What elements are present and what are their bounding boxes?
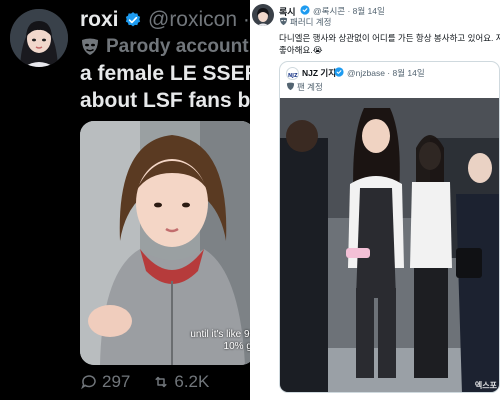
quote-display-name[interactable]: NJZ 기지 bbox=[302, 67, 336, 79]
repost-icon bbox=[155, 376, 168, 388]
reply-count: 297 bbox=[102, 372, 131, 391]
parody-label: 패러디 계정 bbox=[290, 17, 332, 27]
handle[interactable]: @roxicon · bbox=[148, 8, 250, 32]
tweet-text-line-2: about LSF fans bei bbox=[80, 89, 250, 112]
avatar[interactable] bbox=[10, 9, 68, 67]
video-caption: until it's like 90% men and 10% girlies bbox=[190, 329, 250, 352]
quoted-tweet[interactable]: NJZ NJZ 기지 @njzbase · 8월 14일 팬 계정 엑스포 bbox=[279, 61, 500, 393]
video-thumbnail[interactable]: until it's like 90% men and 10% girlies bbox=[80, 121, 250, 365]
avatar[interactable] bbox=[252, 4, 274, 26]
tweet-text-line-1: 다니엘은 행사와 상관없이 어디를 가든 항상 봉사하고 있어요. 저희 bbox=[279, 33, 500, 43]
parody-mask-icon bbox=[82, 38, 98, 55]
watermark: 엑스포 bbox=[474, 381, 497, 390]
quote-handle-and-date[interactable]: @njzbase · 8월 14일 bbox=[347, 67, 425, 79]
repost-button[interactable]: 6.2K bbox=[152, 372, 209, 392]
verified-badge-icon bbox=[334, 67, 344, 77]
tweet-text-line-2: 좋아해요.😭 bbox=[279, 45, 323, 55]
quoted-photo[interactable]: 엑스포 bbox=[280, 98, 499, 392]
reply-button[interactable]: 297 bbox=[80, 372, 130, 392]
tweet-actions: 297 6.2K bbox=[80, 371, 231, 393]
svg-text:NJZ: NJZ bbox=[288, 73, 298, 79]
fan-account-label: 팬 계정 bbox=[297, 82, 323, 92]
fan-account-icon bbox=[286, 82, 295, 91]
repost-count: 6.2K bbox=[174, 372, 210, 391]
parody-label: Parody account bbox=[106, 36, 249, 57]
display-name[interactable]: roxi bbox=[80, 8, 119, 32]
tweet-text-line-1: a female LE SSERAFIM bbox=[80, 62, 250, 85]
verified-badge-icon bbox=[125, 12, 141, 27]
quote-avatar[interactable]: NJZ bbox=[286, 67, 299, 80]
parody-mask-icon bbox=[279, 17, 288, 26]
reply-icon bbox=[81, 375, 96, 390]
left-dark-tweet: roxi @roxicon · Parody account a female … bbox=[0, 0, 250, 400]
verified-badge-icon bbox=[300, 5, 310, 15]
right-light-tweet: 록시 @록시콘 · 8월 14일 패러디 계정 다니엘은 행사와 상관없이 어디… bbox=[250, 0, 500, 400]
